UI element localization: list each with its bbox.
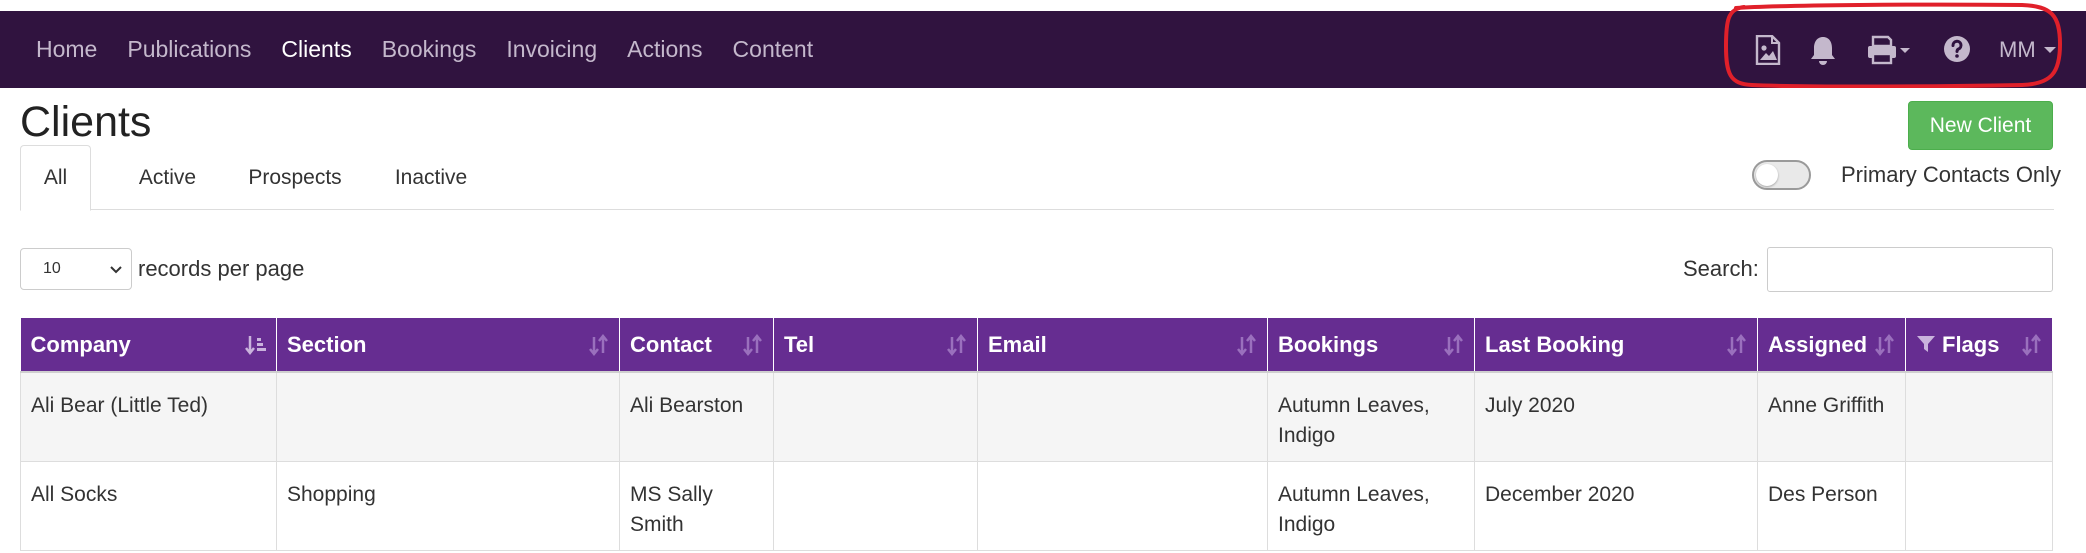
page-title: Clients — [20, 98, 152, 146]
image-file-icon[interactable] — [1755, 35, 1781, 65]
tab-all[interactable]: All — [20, 145, 91, 211]
cell-section — [276, 372, 620, 462]
column-header-label: Contact — [630, 331, 712, 357]
cell-bookings: Autumn Leaves, Indigo — [1267, 461, 1475, 551]
search-label: Search: — [1683, 256, 1759, 281]
nav-bookings[interactable]: Bookings — [367, 11, 492, 88]
tab-inactive[interactable]: Inactive — [372, 145, 490, 210]
cell-assigned: Anne Griffith — [1757, 372, 1906, 462]
cell-contact: Ali Bearston — [619, 372, 774, 462]
clients-table: Company Section Contact Tel Email Bookings Las… — [20, 318, 2053, 551]
sort-icon — [743, 334, 762, 356]
sort-ascending-icon — [245, 336, 266, 356]
sort-icon — [1444, 334, 1463, 356]
chevron-down-icon — [2043, 46, 2056, 53]
tab-prospects[interactable]: Prospects — [230, 145, 360, 210]
cell-company: Ali Bear (Little Ted) — [20, 372, 277, 462]
main-nav: Home Publications Clients Bookings Invoi… — [0, 11, 828, 88]
nav-actions[interactable]: Actions — [612, 11, 717, 88]
cell-tel — [773, 461, 978, 551]
filter-icon[interactable] — [1916, 334, 1936, 354]
column-header-tel[interactable]: Tel — [773, 318, 978, 373]
column-header-section[interactable]: Section — [276, 318, 620, 373]
nav-invoicing[interactable]: Invoicing — [491, 11, 612, 88]
column-header-last-booking[interactable]: Last Booking — [1474, 318, 1758, 373]
cell-company: All Socks — [20, 461, 277, 551]
sort-icon — [589, 334, 608, 356]
column-header-bookings[interactable]: Bookings — [1267, 318, 1475, 373]
column-header-label: Tel — [784, 331, 815, 357]
cell-section: Shopping — [276, 461, 620, 551]
cell-contact: MS Sally Smith — [619, 461, 774, 551]
cell-email — [977, 372, 1268, 462]
records-per-page-value: 10 — [43, 260, 61, 277]
cell-flags — [1905, 372, 2053, 462]
column-header-email[interactable]: Email — [977, 318, 1268, 373]
help-icon[interactable] — [1943, 35, 1971, 63]
nav-clients[interactable]: Clients — [266, 11, 366, 88]
client-tabs: All Active Prospects Inactive — [20, 145, 2054, 211]
cell-last-booking: July 2020 — [1474, 372, 1758, 462]
column-header-flags[interactable]: Flags — [1905, 318, 2053, 373]
column-header-label: Assigned — [1768, 331, 1868, 357]
column-header-label: Bookings — [1278, 331, 1379, 357]
sort-icon — [1237, 334, 1256, 356]
search-input[interactable] — [1767, 247, 2053, 292]
records-per-page-select[interactable]: 10 — [20, 248, 132, 290]
chevron-down-icon — [110, 266, 122, 274]
column-header-label: Email — [988, 331, 1047, 357]
user-menu[interactable]: MM — [1999, 11, 2056, 88]
top-navbar: Home Publications Clients Bookings Invoi… — [0, 11, 2086, 88]
nav-content[interactable]: Content — [718, 11, 829, 88]
tab-active[interactable]: Active — [120, 145, 215, 210]
column-header-label: Flags — [1942, 331, 2000, 357]
cell-tel — [773, 372, 978, 462]
print-icon[interactable] — [1866, 35, 1910, 65]
column-header-label: Company — [30, 331, 131, 357]
toggle-knob — [1756, 164, 1778, 186]
sort-icon — [947, 334, 966, 356]
nav-home[interactable]: Home — [36, 11, 112, 88]
nav-publications[interactable]: Publications — [112, 11, 266, 88]
primary-contacts-toggle[interactable] — [1752, 160, 1811, 190]
table-header-row: Company Section Contact Tel Email Bookings Las… — [20, 318, 2053, 373]
bell-icon[interactable] — [1809, 35, 1837, 65]
cell-bookings: Autumn Leaves, Indigo — [1267, 372, 1475, 462]
primary-contacts-label: Primary Contacts Only — [1841, 162, 2062, 187]
sort-icon — [1727, 334, 1746, 356]
cell-email — [977, 461, 1268, 551]
cell-assigned: Des Person — [1757, 461, 1906, 551]
column-header-contact[interactable]: Contact — [619, 318, 774, 373]
table-body: Ali Bear (Little Ted) Ali Bearston Autumn … — [20, 372, 2053, 551]
new-client-button[interactable]: New Client — [1908, 101, 2053, 150]
records-per-page-label: records per page — [138, 256, 305, 281]
column-header-assigned[interactable]: Assigned — [1757, 318, 1906, 373]
sort-icon — [2022, 334, 2041, 356]
column-header-label: Section — [287, 331, 367, 357]
table-row[interactable]: All Socks Shopping MS Sally Smith Autumn Le… — [20, 461, 2053, 551]
column-header-company[interactable]: Company — [20, 318, 277, 373]
sort-icon — [1875, 334, 1894, 356]
cell-flags — [1905, 461, 2053, 551]
cell-last-booking: December 2020 — [1474, 461, 1758, 551]
column-header-label: Last Booking — [1485, 331, 1625, 357]
table-row[interactable]: Ali Bear (Little Ted) Ali Bearston Autumn … — [20, 372, 2053, 462]
user-initials: MM — [1999, 36, 2036, 62]
